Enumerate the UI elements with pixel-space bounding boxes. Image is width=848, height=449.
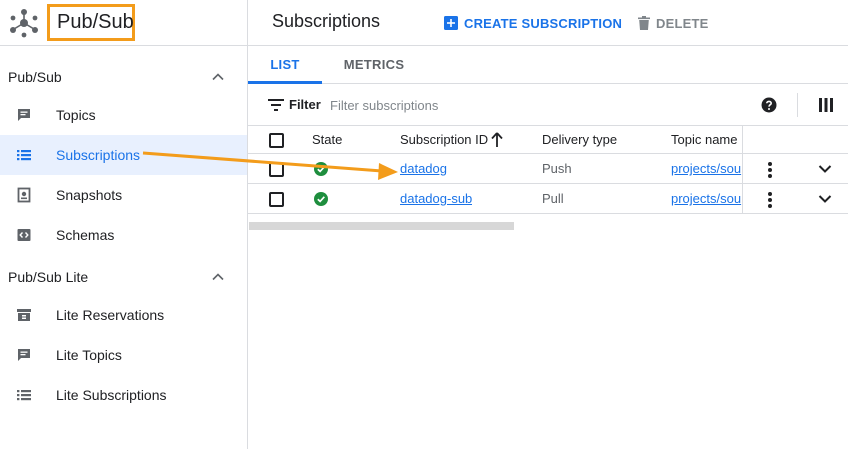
horizontal-scrollbar[interactable] [249, 222, 514, 230]
column-header-delivery-type[interactable]: Delivery type [542, 126, 617, 155]
column-header-topic-name[interactable]: Topic name [671, 126, 737, 155]
sidebar-item-snapshots[interactable]: Snapshots [0, 175, 247, 215]
sidebar-item-label: Schemas [56, 227, 115, 243]
help-icon[interactable] [761, 97, 777, 113]
sidebar-item-subscriptions[interactable]: Subscriptions [0, 135, 247, 175]
sidebar-item-label: Lite Topics [56, 347, 122, 363]
topic-message-icon [18, 349, 30, 361]
reservation-icon [17, 309, 31, 321]
row-checkbox[interactable] [269, 192, 284, 207]
add-box-icon [444, 16, 458, 30]
chevron-down-icon[interactable] [818, 193, 832, 205]
section-pubsub-lite[interactable]: Pub/Sub Lite [0, 257, 247, 297]
subscription-id-link[interactable]: datadog [400, 155, 447, 184]
page-header: Subscriptions CREATE SUBSCRIPTION DELETE [248, 0, 848, 46]
sidebar-item-label: Lite Reservations [56, 307, 165, 323]
delete-button[interactable]: DELETE [638, 13, 708, 33]
filter-label: Filter [289, 97, 321, 112]
table-row[interactable]: datadog Push projects/sou [248, 155, 848, 184]
column-header-subscription-id[interactable]: Subscription ID [400, 126, 488, 155]
delete-label: DELETE [656, 15, 709, 31]
filter-icon[interactable] [268, 98, 284, 112]
sort-ascending-icon[interactable] [491, 132, 503, 148]
toolbar-divider [797, 93, 798, 117]
list-icon [17, 150, 31, 161]
list-icon [17, 390, 31, 401]
sidebar-item-label: Topics [56, 107, 96, 123]
chevron-up-icon[interactable] [210, 69, 226, 85]
delivery-type-value: Pull [542, 191, 564, 206]
row-checkbox[interactable] [269, 162, 284, 177]
topic-name-link[interactable]: projects/sou [671, 155, 742, 184]
product-header: Pub/Sub [0, 0, 247, 46]
sidebar-item-schemas[interactable]: Schemas [0, 215, 247, 255]
column-header-state[interactable]: State [312, 126, 342, 155]
topic-name-link[interactable]: projects/sou [671, 185, 742, 214]
check-circle-icon [314, 162, 328, 176]
delivery-type-value: Push [542, 161, 572, 176]
create-subscription-label: CREATE SUBSCRIPTION [464, 15, 623, 31]
filter-input[interactable] [330, 94, 610, 116]
select-all-checkbox[interactable] [269, 133, 284, 148]
more-vert-icon[interactable] [764, 161, 776, 179]
table-row[interactable]: datadog-sub Pull projects/sou [248, 185, 848, 214]
column-display-icon[interactable] [819, 98, 833, 112]
main-content: Subscriptions CREATE SUBSCRIPTION DELETE… [248, 0, 848, 449]
trash-icon [638, 16, 650, 30]
sidebar-item-label: Subscriptions [56, 147, 141, 163]
code-icon [17, 229, 31, 241]
tab-metrics[interactable]: METRICS [334, 46, 414, 84]
section-label: Pub/Sub Lite [8, 269, 89, 285]
more-vert-icon[interactable] [764, 191, 776, 209]
section-pubsub[interactable]: Pub/Sub [0, 57, 247, 97]
topic-message-icon [18, 109, 30, 121]
sidebar-item-lite-topics[interactable]: Lite Topics [0, 335, 247, 375]
chevron-down-icon[interactable] [818, 163, 832, 175]
section-label: Pub/Sub [8, 69, 62, 85]
sidebar-item-lite-reservations[interactable]: Lite Reservations [0, 295, 247, 335]
tab-bar: LIST METRICS [248, 46, 848, 84]
tab-list[interactable]: LIST [248, 46, 322, 84]
check-circle-icon [314, 192, 328, 206]
sticky-column-divider [742, 126, 743, 214]
product-title: Pub/Sub [47, 4, 135, 41]
sidebar-item-label: Snapshots [56, 187, 123, 203]
sidebar: Pub/Sub Pub/Sub Topics Subscriptions Sna… [0, 0, 248, 449]
table-header-row: State Subscription ID Delivery type Topi… [248, 126, 848, 154]
sidebar-item-topics[interactable]: Topics [0, 95, 247, 135]
sidebar-item-label: Lite Subscriptions [56, 387, 167, 403]
chevron-up-icon[interactable] [210, 269, 226, 285]
snapshot-icon [17, 187, 31, 203]
sidebar-item-lite-subscriptions[interactable]: Lite Subscriptions [0, 375, 247, 415]
create-subscription-button[interactable]: CREATE SUBSCRIPTION [444, 13, 622, 33]
page-title: Subscriptions [272, 11, 381, 31]
filter-bar: Filter [248, 84, 848, 126]
pubsub-hub-icon [10, 9, 38, 38]
subscription-id-link[interactable]: datadog-sub [400, 185, 472, 214]
